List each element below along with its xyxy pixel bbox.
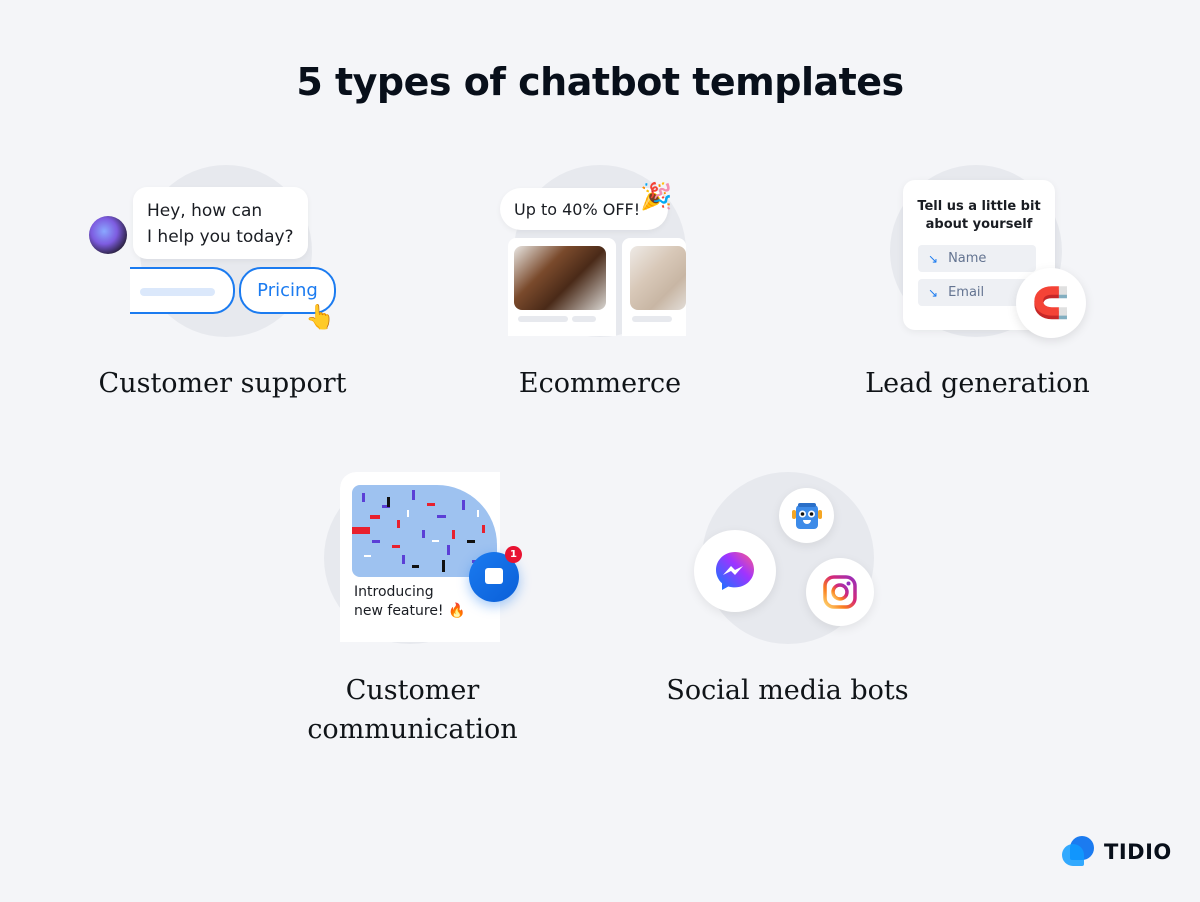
- template-label-line: Customer: [345, 675, 480, 706]
- field-placeholder: Email: [948, 285, 985, 300]
- instagram-icon: [806, 558, 874, 626]
- template-label: Social media bots: [666, 675, 909, 706]
- bot-message-line: Hey, how can: [147, 201, 263, 221]
- brand-name: TIDIO: [1104, 840, 1172, 864]
- announcement-card: Introducing new feature! 🔥: [340, 472, 500, 642]
- bot-avatar-icon: [89, 216, 127, 254]
- field-placeholder: Name: [948, 251, 987, 266]
- product-card[interactable]: [622, 238, 686, 336]
- template-label: Lead generation: [865, 368, 1090, 399]
- arrow-icon: ↘: [928, 251, 939, 266]
- arrow-icon: ↘: [928, 285, 939, 300]
- form-title-line: Tell us a little bit: [917, 199, 1041, 214]
- messenger-icon: [694, 530, 776, 612]
- announcement-line: Introducing: [354, 584, 434, 600]
- announcement-text: Introducing new feature! 🔥: [354, 583, 465, 621]
- party-popper-icon: 🎉: [640, 182, 673, 212]
- product-card[interactable]: [508, 238, 616, 336]
- name-field[interactable]: ↘ Name: [918, 245, 1036, 272]
- notification-badge: 1: [505, 546, 522, 563]
- page-title: 5 types of chatbot templates: [296, 60, 904, 104]
- quick-reply-placeholder[interactable]: [130, 267, 235, 314]
- beige-boot-image: [630, 246, 686, 310]
- form-title: Tell us a little bit about yourself: [903, 198, 1055, 234]
- tidio-logo-icon: [1062, 836, 1096, 868]
- form-title-line: about yourself: [925, 217, 1033, 232]
- template-label: Customer support: [98, 368, 347, 399]
- bot-message-bubble: Hey, how can I help you today?: [133, 187, 308, 259]
- magnet-icon: 🧲: [1016, 268, 1086, 338]
- template-label: Ecommerce: [518, 368, 682, 399]
- tidio-logo: TIDIO: [1062, 836, 1172, 868]
- chat-bubble-icon: [485, 568, 503, 584]
- template-label-line: communication: [307, 714, 518, 745]
- bot-message-line: I help you today?: [147, 227, 294, 247]
- announcement-line: new feature! 🔥: [354, 603, 466, 619]
- template-label: Customer communication: [280, 671, 545, 749]
- hand-cursor-icon: 👆: [305, 303, 335, 331]
- brown-boot-image: [514, 246, 606, 310]
- tidio-bot-icon: [779, 488, 834, 543]
